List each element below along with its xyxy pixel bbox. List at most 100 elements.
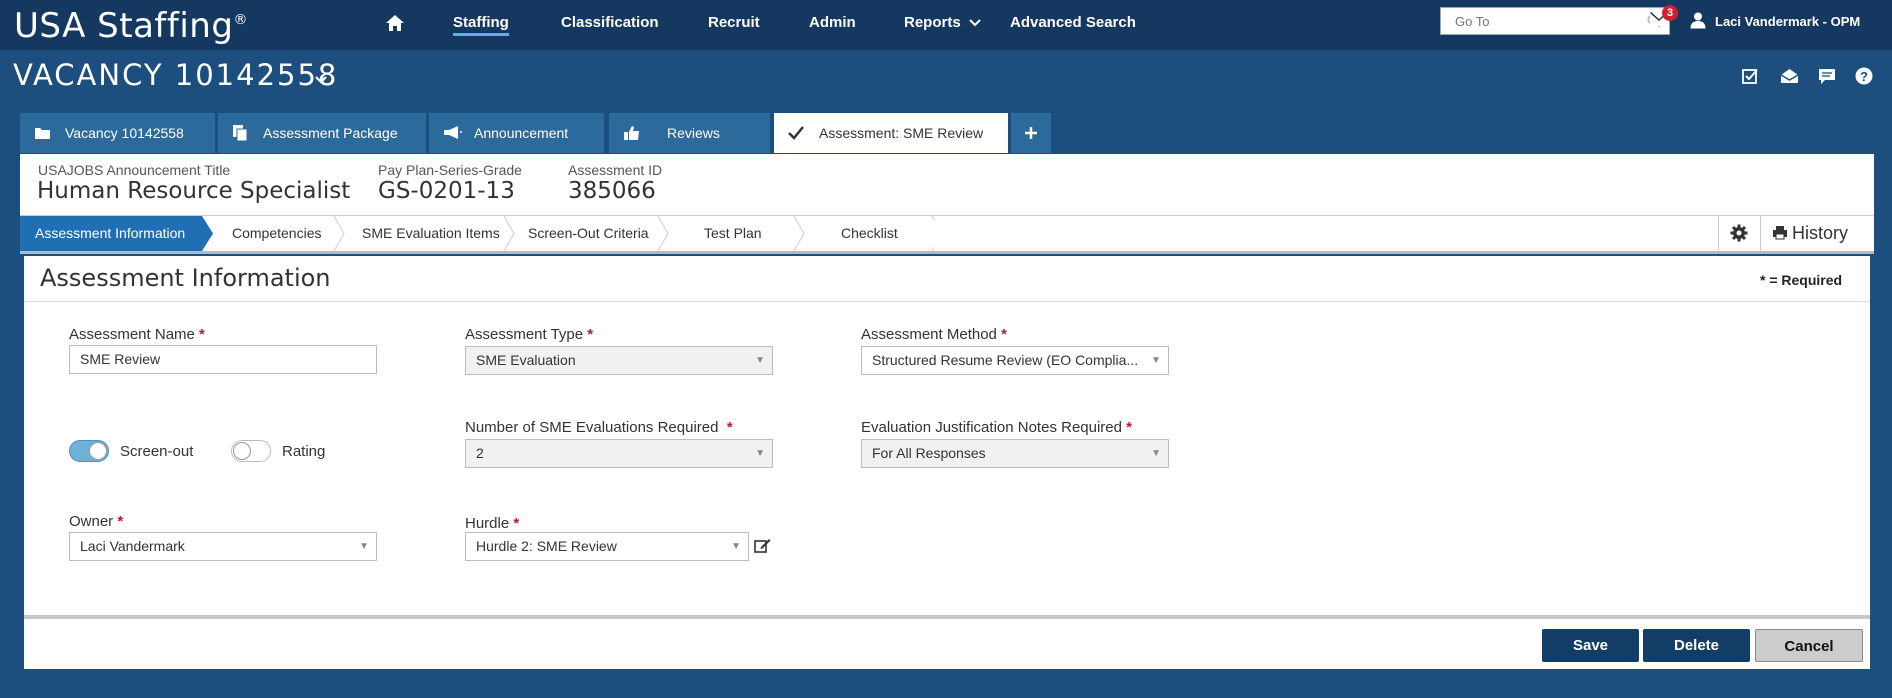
goto-search-input[interactable] bbox=[1453, 8, 1637, 34]
tab-assessment-package-label: Assessment Package bbox=[263, 125, 398, 141]
tab-reviews-label: Reviews bbox=[667, 125, 720, 141]
owner-label: Owner * bbox=[69, 513, 123, 530]
svg-text:?: ? bbox=[1860, 69, 1868, 84]
nav-reports[interactable]: Reports bbox=[904, 14, 961, 31]
hurdle-label: Hurdle * bbox=[465, 515, 519, 532]
user-icon[interactable] bbox=[1690, 12, 1706, 29]
divider bbox=[1760, 216, 1761, 251]
assessment-id-value: 385066 bbox=[568, 178, 656, 204]
tab-assessment-sme-review-label: Assessment: SME Review bbox=[819, 125, 984, 141]
owner-label-text: Owner bbox=[69, 513, 114, 530]
documents-icon bbox=[233, 125, 248, 142]
hurdle-label-text: Hurdle bbox=[465, 515, 510, 532]
history-button[interactable]: History bbox=[1772, 216, 1848, 251]
sme-count-label-text: Number of SME Evaluations Required bbox=[465, 419, 719, 436]
inbox-icon[interactable] bbox=[1780, 68, 1799, 84]
vacancy-chevron-down-icon[interactable] bbox=[315, 75, 327, 85]
app-logo[interactable]: USA Staffing® bbox=[14, 6, 248, 46]
toggle-knob bbox=[233, 442, 251, 460]
announcement-title-label: USAJOBS Announcement Title bbox=[38, 162, 231, 178]
owner-select[interactable]: Laci Vandermark ▼ bbox=[69, 532, 377, 561]
rating-label: Rating bbox=[282, 443, 326, 460]
goto-search[interactable] bbox=[1440, 7, 1670, 35]
add-tab-button[interactable] bbox=[1011, 113, 1051, 153]
thumbs-up-icon bbox=[624, 126, 639, 140]
history-label: History bbox=[1792, 223, 1849, 243]
dropdown-caret-icon: ▼ bbox=[1151, 355, 1161, 366]
rating-toggle[interactable] bbox=[231, 440, 271, 462]
dropdown-caret-icon: ▼ bbox=[755, 448, 765, 459]
home-icon[interactable] bbox=[385, 14, 405, 32]
justification-label: Evaluation Justification Notes Required … bbox=[861, 419, 1132, 436]
mail-count-badge: 3 bbox=[1662, 5, 1678, 21]
assessment-name-input[interactable]: SME Review bbox=[69, 345, 377, 374]
vacancy-title[interactable]: VACANCY 10142558 bbox=[13, 58, 338, 92]
assessment-method-value: Structured Resume Review (EO Complia... bbox=[872, 352, 1139, 368]
checklist-icon[interactable] bbox=[1742, 68, 1759, 85]
assessment-type-select[interactable]: SME Evaluation ▼ bbox=[465, 346, 773, 375]
step-assessment-information[interactable]: Assessment Information bbox=[20, 216, 202, 251]
tab-announcement[interactable]: Announcement bbox=[429, 113, 604, 153]
owner-value: Laci Vandermark bbox=[80, 538, 185, 554]
divider bbox=[1718, 216, 1719, 251]
toggle-knob bbox=[89, 442, 107, 460]
assessment-method-select[interactable]: Structured Resume Review (EO Complia... ▼ bbox=[861, 346, 1169, 375]
grade-value: GS-0201-13 bbox=[378, 178, 515, 204]
gear-icon[interactable] bbox=[1730, 224, 1748, 242]
nav-staffing[interactable]: Staffing bbox=[453, 14, 509, 36]
sme-count-value: 2 bbox=[476, 445, 484, 461]
edit-icon[interactable] bbox=[754, 537, 771, 554]
assessment-type-label: Assessment Type * bbox=[465, 326, 593, 343]
tab-vacancy[interactable]: Vacancy 10142558 bbox=[20, 113, 215, 153]
printer-icon bbox=[1773, 226, 1787, 240]
assessment-id-label: Assessment ID bbox=[568, 162, 663, 178]
delete-button[interactable]: Delete bbox=[1643, 629, 1750, 662]
nav-admin[interactable]: Admin bbox=[809, 14, 856, 31]
dropdown-caret-icon: ▼ bbox=[1151, 448, 1161, 459]
nav-classification[interactable]: Classification bbox=[561, 14, 659, 31]
required-star: * bbox=[199, 326, 205, 343]
help-icon[interactable]: ? bbox=[1855, 67, 1873, 85]
required-star: * bbox=[117, 513, 124, 530]
tab-assessment-package[interactable]: Assessment Package bbox=[218, 113, 426, 153]
justification-label-text: Evaluation Justification Notes Required bbox=[861, 419, 1122, 436]
sme-count-select[interactable]: 2 ▼ bbox=[465, 439, 773, 468]
sme-count-label: Number of SME Evaluations Required * bbox=[465, 419, 733, 436]
assessment-type-value: SME Evaluation bbox=[476, 352, 576, 368]
section-divider bbox=[24, 301, 1870, 302]
required-star: * bbox=[1001, 326, 1007, 343]
tab-assessment-sme-review[interactable]: Assessment: SME Review bbox=[774, 113, 1008, 153]
comment-icon[interactable] bbox=[1818, 68, 1836, 85]
tab-reviews[interactable]: Reviews bbox=[609, 113, 770, 153]
step-competencies[interactable]: Competencies bbox=[232, 216, 322, 251]
logo-mark: ® bbox=[233, 12, 248, 28]
assessment-name-label-text: Assessment Name bbox=[69, 326, 195, 343]
screen-out-label: Screen-out bbox=[120, 443, 194, 460]
grade-label: Pay Plan-Series-Grade bbox=[378, 162, 522, 178]
logo-text: USA Staffing bbox=[14, 6, 234, 46]
required-star: * bbox=[1126, 419, 1132, 436]
justification-value: For All Responses bbox=[872, 445, 986, 461]
reports-chevron-down-icon[interactable] bbox=[969, 18, 981, 28]
assessment-method-label-text: Assessment Method bbox=[861, 326, 997, 343]
hurdle-value: Hurdle 2: SME Review bbox=[476, 538, 617, 554]
required-star: * bbox=[587, 326, 594, 343]
megaphone-icon bbox=[444, 126, 462, 139]
tab-vacancy-label: Vacancy 10142558 bbox=[65, 125, 184, 141]
cancel-button[interactable]: Cancel bbox=[1755, 629, 1863, 662]
hurdle-select[interactable]: Hurdle 2: SME Review ▼ bbox=[465, 532, 749, 561]
dropdown-caret-icon: ▼ bbox=[755, 355, 765, 366]
justification-select[interactable]: For All Responses ▼ bbox=[861, 439, 1169, 468]
section-title: Assessment Information bbox=[40, 264, 331, 292]
screen-out-toggle[interactable] bbox=[69, 440, 109, 462]
required-star: * bbox=[513, 515, 520, 532]
nav-recruit[interactable]: Recruit bbox=[708, 14, 760, 31]
required-note: * = Required bbox=[1760, 272, 1843, 288]
save-button[interactable]: Save bbox=[1542, 629, 1639, 662]
folder-icon bbox=[35, 128, 50, 139]
assessment-type-label-text: Assessment Type bbox=[465, 326, 584, 343]
required-star: * bbox=[726, 419, 733, 436]
user-menu-label[interactable]: Laci Vandermark - OPM bbox=[1715, 14, 1860, 29]
assessment-method-label: Assessment Method * bbox=[861, 326, 1007, 343]
nav-advanced-search[interactable]: Advanced Search bbox=[1010, 14, 1136, 31]
